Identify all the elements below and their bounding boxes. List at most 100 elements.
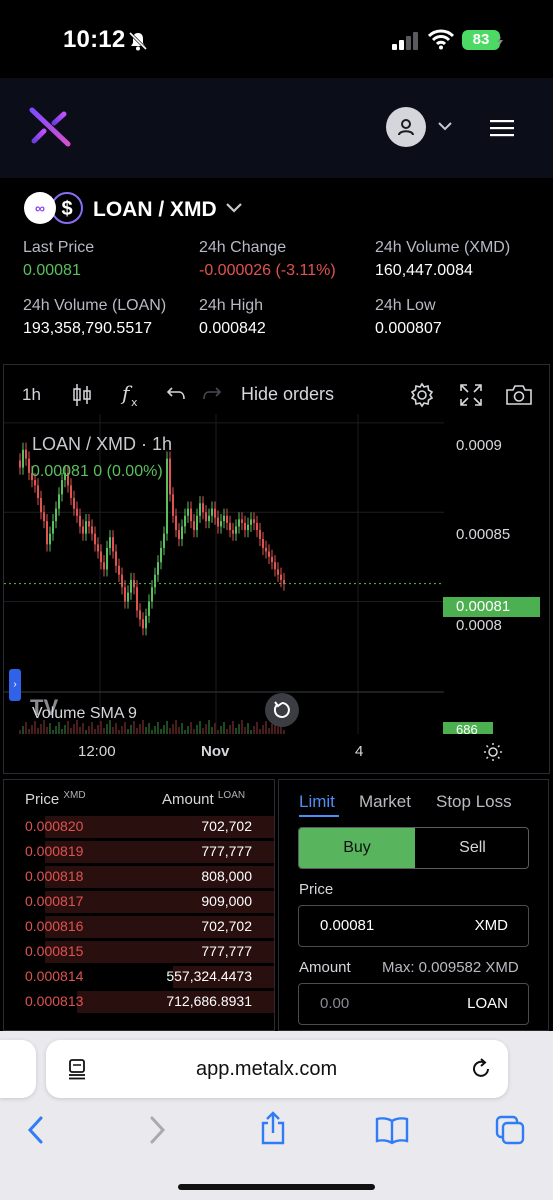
svg-text:x: x xyxy=(131,396,138,408)
volume-bar xyxy=(211,727,213,734)
price-chart[interactable] xyxy=(4,414,444,734)
candle-body xyxy=(268,551,270,557)
volume-loan-stat: 24h Volume (LOAN) 193,358,790.5517 xyxy=(23,297,166,338)
drawing-toolbar-toggle[interactable]: › xyxy=(9,669,21,701)
fullscreen-icon[interactable] xyxy=(459,383,483,407)
forward-arrow-icon[interactable] xyxy=(146,1115,168,1145)
tab-market[interactable]: Market xyxy=(359,792,411,812)
x-tick-label: 4 xyxy=(355,743,364,760)
wifi-icon xyxy=(428,29,454,50)
indicators-fx-icon[interactable]: f x xyxy=(120,382,142,408)
settings-gear-icon[interactable] xyxy=(409,382,435,408)
candle-body xyxy=(187,508,189,516)
volume-bar xyxy=(136,728,138,734)
orderbook-amount: 702,702 xyxy=(201,818,252,834)
volume-bar xyxy=(214,723,216,734)
sell-button[interactable]: Sell xyxy=(415,828,528,868)
amount-input[interactable]: 0.00 LOAN xyxy=(298,983,529,1025)
volume-bar xyxy=(73,724,75,734)
reload-icon[interactable] xyxy=(470,1058,492,1080)
candle-body xyxy=(160,547,162,563)
amount-max-label[interactable]: Max: 0.009582 XMD xyxy=(382,959,519,976)
candle-body xyxy=(202,503,204,513)
volume-bar xyxy=(88,726,90,734)
orderbook-row[interactable]: 0.000818 808,000 xyxy=(4,864,274,889)
orderbook-row[interactable]: 0.000813 712,686.8931 xyxy=(4,989,274,1014)
volume-bar xyxy=(91,722,93,734)
candle-body xyxy=(157,562,159,575)
volume-bar xyxy=(244,727,246,734)
page-menu-icon[interactable] xyxy=(66,1058,88,1080)
orderbook-row[interactable]: 0.000820 702,702 xyxy=(4,814,274,839)
buy-button[interactable]: Buy xyxy=(299,828,415,868)
user-icon xyxy=(398,119,414,136)
candle-type-icon[interactable] xyxy=(72,383,92,407)
pair-title[interactable]: LOAN / XMD xyxy=(93,198,217,222)
candle-body xyxy=(247,524,249,531)
header-unit: XMD xyxy=(63,790,86,801)
battery-indicator: 83 xyxy=(462,30,500,50)
candle-body xyxy=(106,547,108,570)
orderbook-row[interactable]: 0.000816 702,702 xyxy=(4,914,274,939)
volume-bar xyxy=(283,730,285,734)
candle-body xyxy=(121,574,123,588)
candle-body xyxy=(253,519,255,523)
volume-bar xyxy=(220,726,222,734)
candle-body xyxy=(151,587,153,602)
candle-body xyxy=(172,494,174,516)
orderbook-amount: 702,702 xyxy=(201,918,252,934)
orderbook-row[interactable]: 0.000815 777,777 xyxy=(4,939,274,964)
camera-icon[interactable] xyxy=(505,383,533,407)
volume-bar xyxy=(145,727,147,734)
metalx-logo-icon[interactable] xyxy=(28,106,72,148)
candle-body xyxy=(127,592,129,602)
orderbook-price: 0.000816 xyxy=(25,918,84,934)
stat-value: 0.000842 xyxy=(199,320,266,337)
hide-orders-button[interactable]: Hide orders xyxy=(241,384,334,405)
candle-body xyxy=(256,522,258,531)
volume-bar xyxy=(118,730,120,734)
orderbook-row[interactable]: 0.000819 777,777 xyxy=(4,839,274,864)
volume-bar xyxy=(175,720,177,734)
candle-body xyxy=(73,497,75,509)
orderbook-row[interactable]: 0.000817 909,000 xyxy=(4,889,274,914)
volume-bar xyxy=(121,726,123,734)
interval-button[interactable]: 1h xyxy=(22,385,41,405)
previous-tab-peek[interactable] xyxy=(0,1040,36,1098)
chevron-down-icon[interactable] xyxy=(437,120,453,132)
price-input[interactable]: 0.00081 XMD xyxy=(298,905,529,947)
brightness-icon[interactable] xyxy=(483,742,503,762)
home-indicator xyxy=(178,1184,375,1190)
tabs-overview-icon[interactable] xyxy=(495,1115,525,1145)
candle-body xyxy=(112,537,114,552)
reset-chart-button[interactable] xyxy=(265,693,299,727)
tab-limit[interactable]: Limit xyxy=(299,792,335,812)
signal-icon xyxy=(392,32,418,50)
back-arrow-icon[interactable] xyxy=(25,1115,47,1145)
bell-off-icon xyxy=(128,31,148,51)
share-icon[interactable] xyxy=(259,1111,287,1145)
candle-body xyxy=(211,508,213,516)
stat-value: 193,358,790.5517 xyxy=(23,320,153,337)
amount-label: Amount xyxy=(299,959,351,976)
bookmarks-book-icon[interactable] xyxy=(375,1115,409,1145)
candle-body xyxy=(229,522,231,531)
svg-text:∞: ∞ xyxy=(35,200,45,216)
volume-value-tag: 686 xyxy=(443,722,493,734)
volume-bar xyxy=(259,729,261,734)
volume-bar xyxy=(46,727,48,734)
hamburger-icon[interactable] xyxy=(490,118,514,138)
volume-bar xyxy=(265,721,267,734)
volume-bar xyxy=(268,728,270,734)
url-text[interactable]: app.metalx.com xyxy=(196,1058,337,1081)
candle-body xyxy=(118,565,120,575)
undo-icon[interactable] xyxy=(166,385,186,403)
candle-body xyxy=(28,458,30,473)
chevron-down-icon[interactable] xyxy=(225,201,243,215)
redo-icon[interactable] xyxy=(202,385,222,403)
low-24h-stat: 24h Low 0.000807 xyxy=(375,297,442,338)
account-button[interactable] xyxy=(386,107,426,147)
volume-bar xyxy=(115,723,117,734)
orderbook-row[interactable]: 0.000814 557,324.4473 xyxy=(4,964,274,989)
tab-stop-loss[interactable]: Stop Loss xyxy=(436,792,512,812)
